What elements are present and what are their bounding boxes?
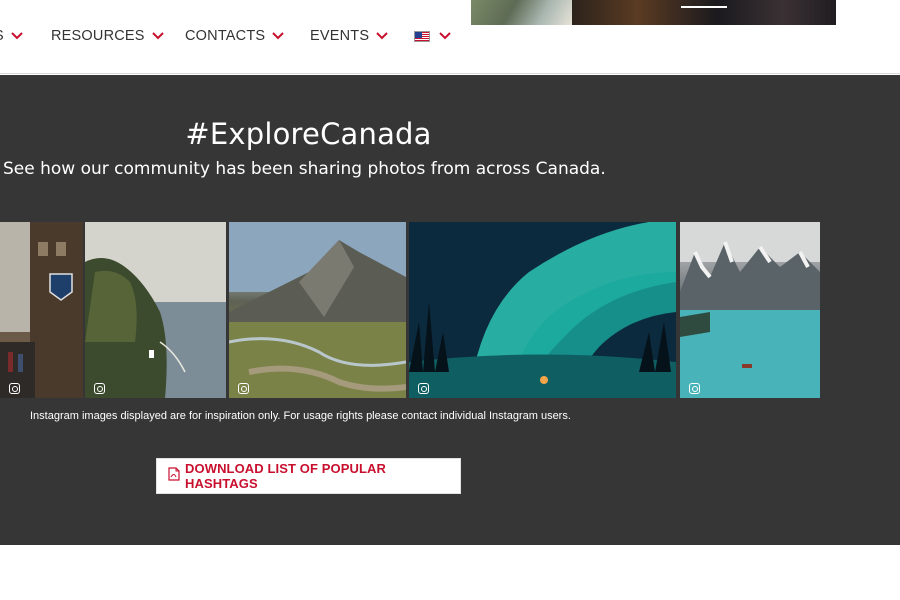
instagram-icon	[418, 383, 429, 394]
nav-item-label: CONTACTS	[185, 28, 266, 44]
top-navigation: S RESOURCES CONTACTS EVENTS	[0, 0, 900, 74]
nav-item-label: EVENTS	[310, 28, 370, 44]
hero-image-strip	[471, 0, 836, 25]
pdf-icon	[168, 466, 185, 486]
language-selector[interactable]	[414, 27, 452, 45]
chevron-down-icon	[10, 31, 24, 41]
explore-canada-section: #ExploreCanada See how our community has…	[0, 75, 900, 545]
instagram-icon	[94, 383, 105, 394]
instagram-icon	[9, 383, 20, 394]
instagram-photo-lake[interactable]	[680, 222, 820, 398]
hero-image-left	[471, 0, 572, 25]
nav-item-resources[interactable]: RESOURCES	[51, 27, 165, 45]
nav-item-partial[interactable]: S	[0, 27, 24, 45]
instagram-photo-coast[interactable]	[85, 222, 226, 398]
nav-item-contacts[interactable]: CONTACTS	[185, 27, 285, 45]
section-title: #ExploreCanada	[185, 117, 432, 151]
instagram-icon	[238, 383, 249, 394]
nav-item-events[interactable]: EVENTS	[310, 27, 389, 45]
instagram-photo-street[interactable]	[0, 222, 83, 398]
carousel-indicator[interactable]	[681, 6, 727, 8]
chevron-down-icon	[271, 31, 285, 41]
nav-item-label: S	[0, 28, 4, 44]
instagram-icon	[689, 383, 700, 394]
chevron-down-icon	[438, 31, 452, 41]
instagram-photo-aurora[interactable]	[409, 222, 676, 398]
nav-item-label: RESOURCES	[51, 28, 145, 44]
hero-image-right	[572, 0, 836, 25]
download-button-label: DOWNLOAD LIST OF POPULAR HASHTAGS	[185, 461, 386, 491]
chevron-down-icon	[375, 31, 389, 41]
instagram-disclaimer: Instagram images displayed are for inspi…	[30, 410, 571, 422]
chevron-down-icon	[151, 31, 165, 41]
section-subtitle: See how our community has been sharing p…	[3, 159, 606, 179]
us-flag-icon	[414, 30, 430, 42]
instagram-photo-mountain[interactable]	[229, 222, 406, 398]
download-hashtags-button[interactable]: DOWNLOAD LIST OF POPULAR HASHTAGS	[156, 458, 461, 494]
